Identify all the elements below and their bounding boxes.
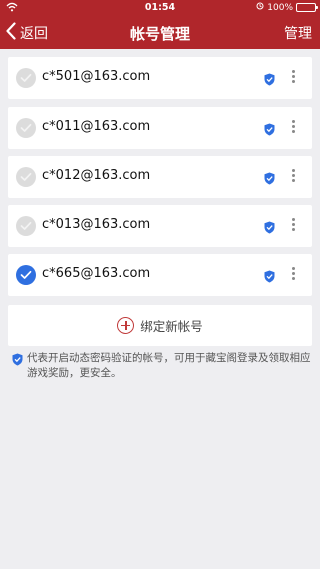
plus-circle-icon — [117, 317, 135, 334]
battery-icon — [296, 3, 318, 12]
bind-account-label: 绑定新帐号 — [140, 319, 203, 334]
account-row[interactable]: c*501@163.com — [8, 57, 312, 99]
back-button[interactable]: 返回 — [6, 22, 48, 44]
account-email: c*013@163.com — [42, 217, 151, 232]
account-email: c*011@163.com — [42, 119, 151, 134]
more-vertical-icon[interactable] — [288, 265, 298, 285]
account-row[interactable]: c*665@163.com — [8, 254, 312, 296]
account-row[interactable]: c*013@163.com — [8, 205, 312, 247]
more-vertical-icon[interactable] — [288, 216, 298, 236]
account-email: c*665@163.com — [42, 266, 151, 281]
bind-account-button[interactable]: 绑定新帐号 — [8, 305, 312, 346]
check-icon[interactable] — [16, 68, 36, 88]
more-vertical-icon[interactable] — [288, 68, 298, 88]
security-note-text: 代表开启动态密码验证的帐号，可用于藏宝阁登录及领取相应游戏奖励，更安全。 — [27, 352, 311, 379]
shield-check-icon — [264, 219, 275, 238]
account-email: c*012@163.com — [42, 168, 151, 183]
battery-percent: 100% — [267, 2, 293, 13]
more-vertical-icon[interactable] — [288, 167, 298, 187]
check-icon[interactable] — [16, 265, 36, 285]
shield-check-icon — [264, 121, 275, 140]
shield-check-icon — [264, 268, 275, 287]
shield-check-icon — [12, 351, 23, 381]
chevron-left-icon — [6, 22, 16, 44]
account-row[interactable]: c*012@163.com — [8, 156, 312, 198]
back-label: 返回 — [20, 26, 48, 42]
shield-check-icon — [264, 170, 275, 189]
shield-check-icon — [264, 71, 275, 90]
account-email: c*501@163.com — [42, 69, 151, 84]
alarm-icon — [256, 2, 264, 13]
security-note: 代表开启动态密码验证的帐号，可用于藏宝阁登录及领取相应游戏奖励，更安全。 — [12, 351, 312, 381]
more-vertical-icon[interactable] — [288, 118, 298, 138]
page-title: 帐号管理 — [129, 25, 190, 43]
check-icon[interactable] — [16, 216, 36, 236]
check-icon[interactable] — [16, 118, 36, 138]
status-right: 100% — [256, 2, 318, 13]
status-bar: 01:54 100% — [0, 0, 320, 16]
check-icon[interactable] — [16, 167, 36, 187]
manage-button[interactable]: 管理 — [284, 23, 312, 43]
nav-bar: 返回 帐号管理 管理 — [0, 16, 320, 49]
account-row[interactable]: c*011@163.com — [8, 107, 312, 149]
